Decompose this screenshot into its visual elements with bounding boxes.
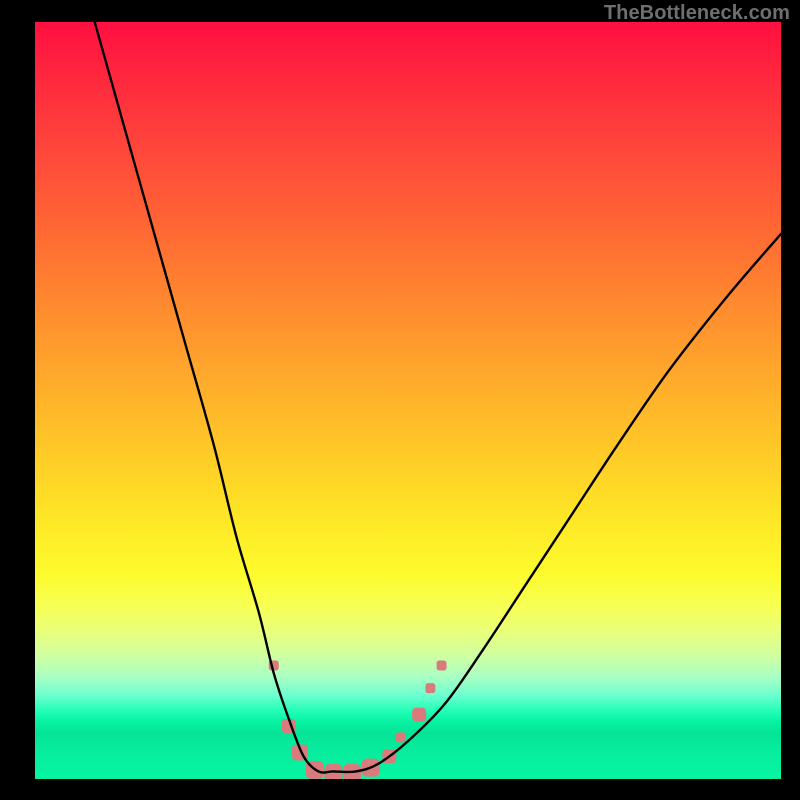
frame-border-right: [781, 0, 800, 800]
plot-area: [35, 22, 781, 779]
curve-svg: [35, 22, 781, 779]
frame-border-bottom: [0, 779, 800, 800]
watermark-text: TheBottleneck.com: [604, 2, 790, 25]
highlight-markers: [269, 660, 447, 779]
bottleneck-curve: [95, 22, 781, 773]
highlight-marker: [412, 708, 426, 722]
highlight-marker: [396, 732, 406, 742]
chart-frame: TheBottleneck.com: [0, 0, 800, 800]
highlight-marker: [425, 683, 435, 693]
frame-border-left: [0, 0, 35, 800]
highlight-marker: [437, 660, 447, 670]
